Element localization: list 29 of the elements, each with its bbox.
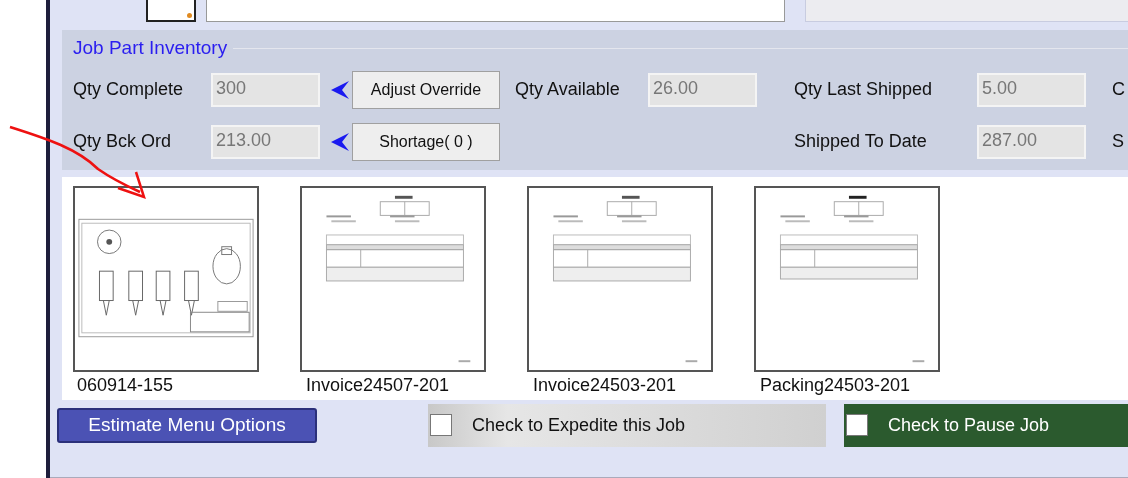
field-label: S	[1112, 130, 1124, 153]
field-label: Qty Complete	[73, 79, 184, 99]
field-label: C	[1112, 78, 1125, 101]
document-caption: Invoice24503-201	[532, 374, 678, 397]
icon-button[interactable]	[146, 0, 196, 22]
arrow-left-icon	[330, 78, 350, 101]
field-label: Qty Bck Ord	[73, 131, 171, 151]
checkbox-label: Check to Pause Job	[888, 413, 1050, 437]
arrow-left-icon	[330, 130, 350, 153]
readonly-field[interactable]: 213.00	[211, 124, 320, 159]
readonly-field[interactable]: 287.00	[977, 124, 1086, 159]
action-button[interactable]: Adjust Override	[352, 70, 500, 109]
group-title: Job Part Inventory	[73, 36, 228, 60]
readonly-field[interactable]: 300	[211, 72, 320, 107]
text-field[interactable]	[206, 0, 785, 22]
field-label: Shipped To Date	[794, 131, 927, 151]
readonly-field[interactable]: 26.00	[648, 72, 757, 107]
document-caption: 060914-155	[76, 374, 175, 397]
checkbox-label: Check to Expedite this Job	[472, 413, 686, 437]
action-button[interactable]: Shortage( 0 )	[352, 122, 500, 161]
readonly-field[interactable]: 5.00	[977, 72, 1086, 107]
document-caption: Invoice24507-201	[305, 374, 451, 397]
checkbox[interactable]	[846, 414, 868, 436]
checkbox[interactable]	[430, 414, 452, 436]
text-field[interactable]	[805, 0, 1128, 22]
document-caption: Packing24503-201	[759, 374, 912, 397]
field-label: Qty Available	[515, 79, 620, 99]
estimate-menu-button[interactable]: Estimate Menu Options	[57, 407, 317, 443]
field-label: Qty Last Shipped	[794, 79, 933, 99]
